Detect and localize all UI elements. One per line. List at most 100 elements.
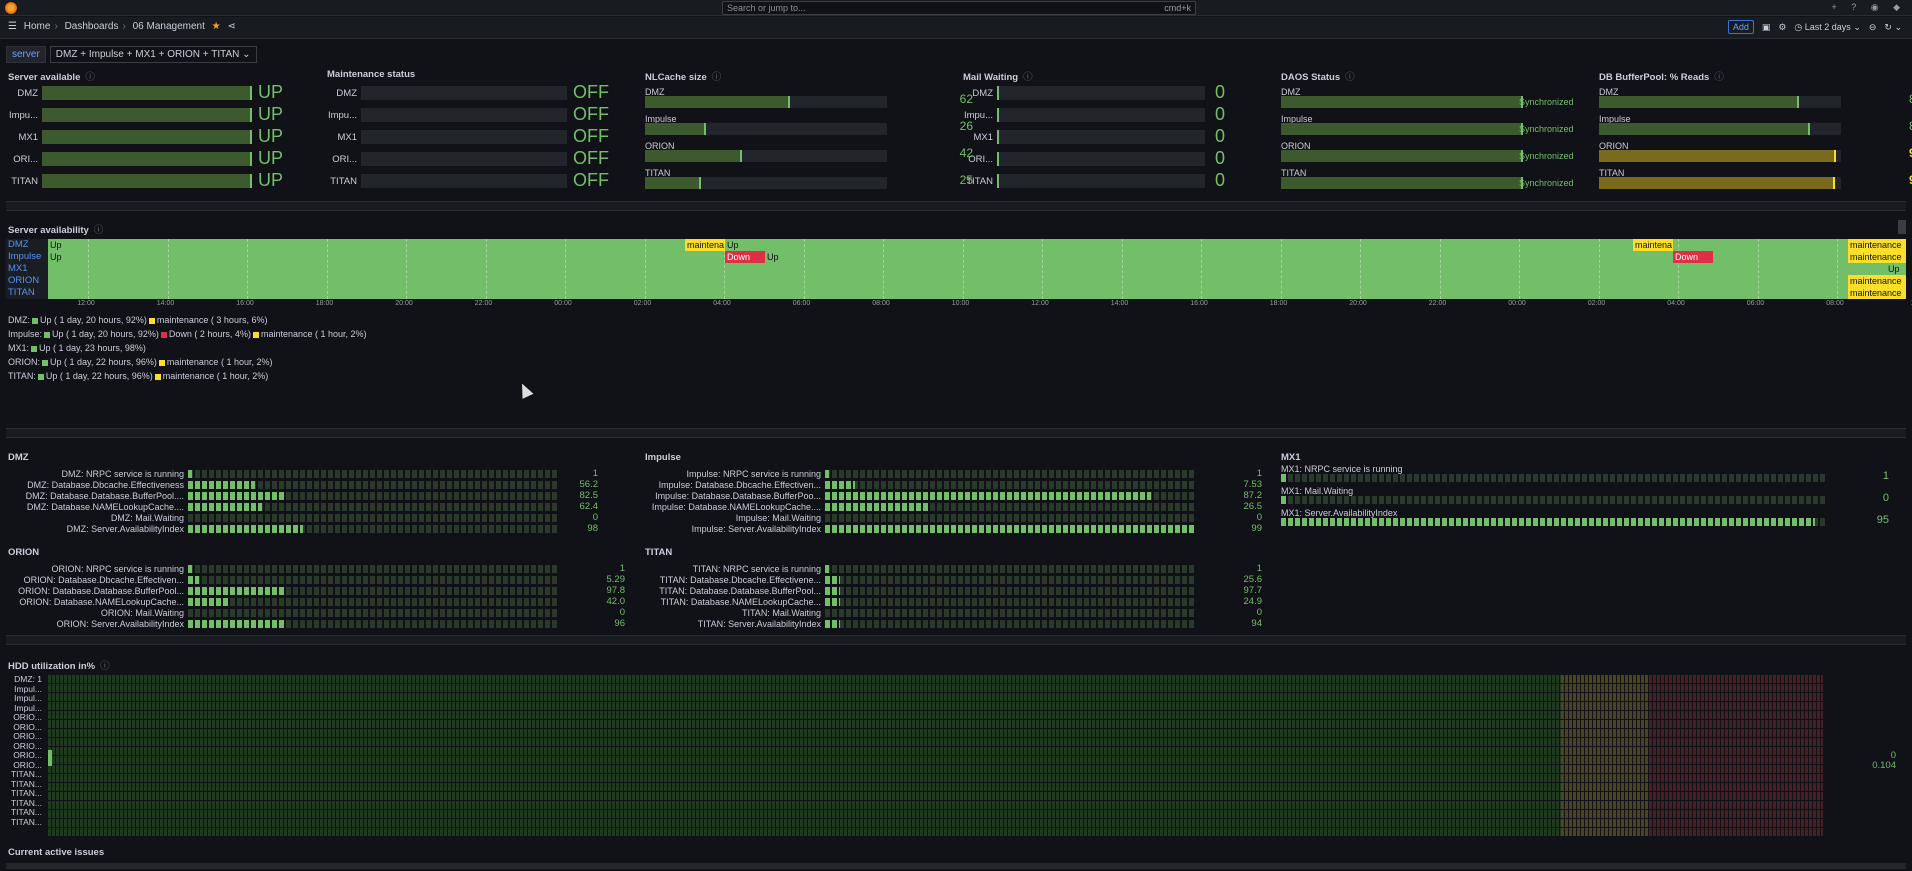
gauge-fill [825,576,840,584]
timeline-segment[interactable]: Down [725,251,765,263]
timeline-segment[interactable]: maintena [685,239,725,251]
gauge-value: 87.2 [1243,490,1263,501]
group-title[interactable]: TITAN [645,547,672,558]
grafana-logo-icon[interactable] [5,2,17,14]
search-input[interactable]: Search or jump to... cmd+k [722,1,1196,15]
legend-swatch [37,373,44,380]
panel-title-dbbuffer[interactable]: DB BufferPool: % Reads ⓘ [1599,69,1724,83]
nlcache-value: 62 [959,92,973,106]
settings-icon[interactable]: ⚙ [1778,22,1786,33]
panel-title-server-availability[interactable]: Server availability ⓘ [8,222,103,236]
nlcache-bar [645,177,887,189]
time-picker[interactable]: ◷ Last 2 days ⌄ [1794,22,1860,33]
info-icon[interactable]: ⓘ [94,225,104,236]
hdd-heatmap[interactable] [48,674,1823,836]
time-range-label: Last 2 days [1804,21,1851,32]
breadcrumb-dashboards[interactable]: Dashboards [65,21,119,32]
timeline-segment[interactable]: Up [48,239,648,251]
nlcache-bar [645,96,887,108]
legend-item[interactable]: maintenance ( 1 hour, 2%) [157,357,273,367]
gauge-value: 62.4 [579,501,599,512]
gauge-value: 1 [1882,470,1889,482]
timeline-segment[interactable]: Up [725,239,765,251]
timeline-segment[interactable]: Up [1886,263,1906,275]
legend-item-text: maintenance ( 1 hour, 2%) [166,357,273,367]
timeline-segment[interactable]: maintenance [1848,251,1906,263]
panel-menu-icon[interactable] [1898,220,1906,234]
legend-item[interactable]: maintenance ( 3 hours, 6%) [147,315,268,325]
info-icon[interactable]: ⓘ [85,72,95,83]
timeline-server-name: ORION [6,275,48,287]
dbbuffer-value: 97.75 [1849,173,1912,187]
legend-server-name: ORION: [8,357,41,367]
timeline-plot[interactable]: Up maintena Up maintena maintenance Up Down Up D… [48,239,1906,299]
maintenance-value: OFF [573,126,609,146]
panel-title-daos[interactable]: DAOS Status ⓘ [1281,69,1355,83]
timeline-segment[interactable]: maintena [1633,239,1673,251]
gauge-label: DMZ: NRPC service is running [61,469,184,479]
panel-title-mail-waiting[interactable]: Mail Waiting ⓘ [963,69,1033,83]
daos-bar [1281,177,1523,189]
info-icon[interactable]: ⓘ [1023,72,1033,83]
hdd-row-name: ORIO... [13,750,42,760]
mail-waiting-value: 0 [1215,148,1226,168]
gauge-value: 24.9 [1243,596,1263,607]
gauge-bar [825,565,1195,573]
timeline-segment[interactable]: maintenance [1848,275,1906,287]
legend-item[interactable]: maintenance ( 1 hour, 2%) [251,329,367,339]
gauge-value: 97.7 [1243,585,1263,596]
hdd-row-name: DMZ: 1 [14,674,42,684]
refresh-icon[interactable]: ↻ ⌄ [1884,22,1902,33]
gauge-bar [188,609,558,617]
legend-item[interactable]: Up ( 1 day, 22 hours, 96%) [36,371,153,381]
share-icon[interactable]: ⋖ [227,21,235,32]
group-title[interactable]: ORION [8,547,39,558]
variable-select[interactable]: DMZ + Impulse + MX1 + ORION + TITAN ⌄ [49,46,257,63]
panel-title-hdd[interactable]: HDD utilization in% ⓘ [8,658,110,672]
timeline-segment[interactable]: Down [1673,251,1713,263]
add-button[interactable]: Add [1727,20,1754,34]
gauge-value: 42.0 [606,596,626,607]
gauge-label: MX1: NRPC service is running [1281,464,1403,474]
timeline-segment[interactable]: Up [48,251,648,263]
star-icon[interactable]: ★ [212,21,221,32]
panel-title-server-available[interactable]: Server available ⓘ [8,69,95,83]
legend-item[interactable]: Up ( 1 day, 20 hours, 92%) [30,315,147,325]
group-title[interactable]: Impulse [645,452,681,463]
panel-title-maintenance[interactable]: Maintenance status [327,69,415,80]
info-icon[interactable]: ⓘ [100,661,110,672]
dbbuffer-bar-fill [1599,96,1799,108]
legend-item[interactable]: Up ( 1 day, 22 hours, 96%) [40,357,157,367]
group-title[interactable]: MX1 [1281,452,1301,463]
menu-icon[interactable]: ☰ [8,21,17,32]
zoom-out-icon[interactable]: ⊖ [1869,22,1877,33]
hdd-row-name: TITAN... [10,816,42,827]
info-icon[interactable]: ⓘ [1345,72,1355,83]
legend-item[interactable]: Up ( 1 day, 20 hours, 92%) [42,329,159,339]
maintenance-row-label: DMZ [336,88,357,99]
breadcrumb-home[interactable]: Home [24,21,51,32]
timeline-segment[interactable]: maintenance [1848,239,1906,251]
gauge-label: Impulse: NRPC service is running [686,469,821,479]
nlcache-bar-fill [645,123,706,135]
legend-item[interactable]: maintenance ( 1 hour, 2%) [153,371,268,381]
timeline-tick-label: 06:00 [792,300,811,307]
timeline-tick-label: 08:00 [872,300,890,307]
top-right-icons[interactable]: + ? ◉ ◆ [1831,2,1906,13]
group-title[interactable]: DMZ [8,452,29,463]
variable-value: DMZ + Impulse + MX1 + ORION + TITAN [55,49,240,60]
info-icon[interactable]: ⓘ [1714,72,1724,83]
legend-row: MX1: Up ( 1 day, 23 hours, 98%) [8,343,146,353]
timeline-segment[interactable]: maintenance [1848,287,1906,299]
legend-item[interactable]: Down ( 2 hours, 4%) [159,329,251,339]
save-icon[interactable]: ▣ [1762,22,1771,33]
panel-title-nlcache[interactable]: NLCache size ⓘ [645,69,721,83]
legend-item[interactable]: Up ( 1 day, 23 hours, 98%) [29,343,146,353]
timeline-segment[interactable]: Up [765,251,805,263]
panel-title-issues[interactable]: Current active issues [8,847,104,858]
info-icon[interactable]: ⓘ [712,72,722,83]
gauge-label: TITAN: Server.AvailabilityIndex [697,619,821,629]
breadcrumb: ☰ Home › Dashboards › 06 Management ★ ⋖ [8,21,240,32]
legend-item-text: maintenance ( 3 hours, 6%) [156,315,268,325]
state-timeline[interactable]: DMZ Impulse MX1 ORION TITAN Up maintena Up main… [6,239,1912,307]
